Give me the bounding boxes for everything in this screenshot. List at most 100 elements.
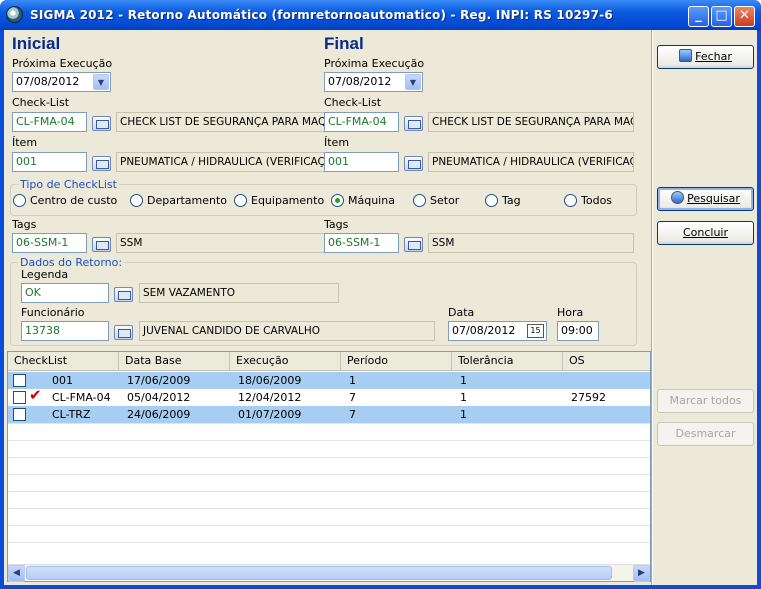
cell-tolerancia: 1 bbox=[460, 374, 467, 387]
radio-circle-icon bbox=[130, 194, 143, 207]
lookup-icon[interactable] bbox=[114, 325, 133, 340]
final-proxima-combo[interactable]: 07/08/2012 ▼ bbox=[324, 72, 423, 92]
radio-circle-icon bbox=[13, 194, 26, 207]
checklist-grid[interactable]: CheckList Data Base Execução Período Tol… bbox=[7, 351, 651, 582]
lookup-icon[interactable] bbox=[404, 156, 423, 171]
pesquisar-button[interactable]: Pesquisar bbox=[657, 187, 754, 211]
close-button[interactable]: ✕ bbox=[734, 6, 755, 27]
radio-todos[interactable]: Todos bbox=[564, 194, 612, 207]
final-checklist-desc: CHECK LIST DE SEGURANÇA PARA MAQU bbox=[428, 112, 634, 132]
radio-label: Setor bbox=[430, 194, 460, 207]
radio-maquina[interactable]: Máquina bbox=[331, 194, 395, 207]
radio-circle-icon bbox=[485, 194, 498, 207]
inicial-item-input[interactable]: 001 bbox=[12, 152, 87, 172]
cell-tolerancia: 1 bbox=[460, 408, 467, 421]
checkmark-icon: ✔ bbox=[29, 386, 42, 404]
pesquisar-label: Pesquisar bbox=[687, 192, 740, 205]
radio-centro-de-custo[interactable]: Centro de custo bbox=[13, 194, 117, 207]
fechar-label: Fechar bbox=[695, 50, 732, 63]
cell-checklist: CL-TRZ bbox=[52, 408, 91, 421]
radio-label: Departamento bbox=[147, 194, 228, 207]
radio-equipamento[interactable]: Equipamento bbox=[234, 194, 324, 207]
col-periodo[interactable]: Período bbox=[341, 352, 452, 370]
concluir-button[interactable]: Concluir bbox=[657, 221, 754, 245]
lookup-icon[interactable] bbox=[404, 116, 423, 131]
title-bar[interactable]: SIGMA 2012 - Retorno Automático (formret… bbox=[0, 0, 761, 30]
inicial-checklist-desc: CHECK LIST DE SEGURANÇA PARA MAQU bbox=[116, 112, 326, 132]
lookup-icon[interactable] bbox=[92, 237, 111, 252]
inicial-heading: Inicial bbox=[12, 34, 61, 53]
lookup-icon[interactable] bbox=[92, 156, 111, 171]
grid-line bbox=[8, 457, 650, 458]
fechar-button[interactable]: Fechar bbox=[657, 45, 754, 69]
final-tags-input[interactable]: 06-SSM-1 bbox=[324, 233, 399, 253]
funcionario-input[interactable]: 13738 bbox=[21, 321, 109, 341]
radio-tag[interactable]: Tag bbox=[485, 194, 521, 207]
cell-periodo: 1 bbox=[349, 374, 356, 387]
scroll-right-icon[interactable]: ▶ bbox=[633, 565, 650, 582]
scroll-thumb[interactable] bbox=[26, 566, 612, 580]
lookup-icon[interactable] bbox=[92, 116, 111, 131]
radio-selected-icon bbox=[331, 194, 344, 207]
desmarcar-button[interactable]: Desmarcar bbox=[657, 422, 754, 446]
grid-line bbox=[8, 440, 650, 441]
legenda-input[interactable]: OK bbox=[21, 283, 109, 303]
cell-os: 27592 bbox=[571, 391, 606, 404]
final-heading: Final bbox=[324, 34, 364, 53]
hora-input[interactable]: 09:00 bbox=[557, 321, 599, 341]
data-value: 07/08/2012 bbox=[452, 324, 516, 337]
cell-execucao: 12/04/2012 bbox=[238, 391, 302, 404]
row-checkbox[interactable] bbox=[13, 408, 26, 421]
final-tags-label: Tags bbox=[324, 218, 349, 231]
table-row[interactable]: 001 17/06/2009 18/06/2009 1 1 bbox=[8, 372, 650, 389]
scroll-left-icon[interactable]: ◀ bbox=[8, 565, 25, 582]
search-icon bbox=[671, 191, 685, 204]
final-item-input[interactable]: 001 bbox=[324, 152, 399, 172]
row-checkbox[interactable] bbox=[13, 391, 26, 404]
radio-label: Tag bbox=[502, 194, 521, 207]
table-row[interactable]: CL-TRZ 24/06/2009 01/07/2009 7 1 bbox=[8, 406, 650, 423]
app-icon[interactable] bbox=[6, 6, 23, 23]
inicial-checklist-input[interactable]: CL-FMA-04 bbox=[12, 112, 87, 132]
funcionario-label: Funcionário bbox=[21, 306, 85, 319]
tipo-checklist-title: Tipo de CheckList bbox=[18, 178, 119, 191]
col-tolerancia[interactable]: Tolerância bbox=[452, 352, 563, 370]
horizontal-scrollbar[interactable]: ◀ ▶ bbox=[8, 564, 650, 582]
cell-checklist: CL-FMA-04 bbox=[52, 391, 111, 404]
chevron-down-icon[interactable]: ▼ bbox=[405, 74, 421, 90]
data-input[interactable]: 07/08/2012 15 bbox=[448, 321, 547, 341]
marcar-todos-button[interactable]: Marcar todos bbox=[657, 389, 754, 413]
final-tags-desc: SSM bbox=[428, 233, 634, 253]
final-checklist-input[interactable]: CL-FMA-04 bbox=[324, 112, 399, 132]
chevron-down-icon[interactable]: ▼ bbox=[93, 74, 109, 90]
radio-setor[interactable]: Setor bbox=[413, 194, 459, 207]
maximize-button[interactable]: □ bbox=[711, 6, 732, 27]
col-checklist[interactable]: CheckList bbox=[8, 352, 119, 370]
cell-data-base: 24/06/2009 bbox=[127, 408, 191, 421]
final-checklist-label: Check-List bbox=[324, 96, 382, 109]
radio-departamento[interactable]: Departamento bbox=[130, 194, 227, 207]
concluir-label: Concluir bbox=[682, 226, 729, 239]
table-row[interactable]: ✔ CL-FMA-04 05/04/2012 12/04/2012 7 1 27592 bbox=[8, 386, 650, 406]
cell-data-base: 05/04/2012 bbox=[127, 391, 191, 404]
inicial-item-desc: PNEUMATICA / HIDRAULICA (VERIFICAÇ bbox=[116, 152, 326, 172]
inicial-tags-input[interactable]: 06-SSM-1 bbox=[12, 233, 87, 253]
lookup-icon[interactable] bbox=[114, 287, 133, 302]
radio-label: Todos bbox=[581, 194, 613, 207]
final-item-label: Ítem bbox=[324, 136, 350, 149]
calendar-icon[interactable]: 15 bbox=[527, 324, 544, 338]
inicial-proxima-combo[interactable]: 07/08/2012 ▼ bbox=[12, 72, 111, 92]
grid-line bbox=[8, 423, 650, 424]
legenda-label: Legenda bbox=[21, 268, 69, 281]
cell-checklist: 001 bbox=[52, 374, 73, 387]
row-checkbox[interactable] bbox=[13, 374, 26, 387]
col-execucao[interactable]: Execução bbox=[230, 352, 341, 370]
cell-os bbox=[567, 406, 575, 423]
minimize-button[interactable]: _ bbox=[688, 6, 709, 27]
final-proxima-value: 07/08/2012 bbox=[328, 75, 392, 88]
lookup-icon[interactable] bbox=[404, 237, 423, 252]
radio-label: Equipamento bbox=[251, 194, 325, 207]
col-os[interactable]: OS bbox=[563, 352, 650, 370]
col-data-base[interactable]: Data Base bbox=[119, 352, 230, 370]
window-title: SIGMA 2012 - Retorno Automático (formret… bbox=[30, 8, 613, 22]
